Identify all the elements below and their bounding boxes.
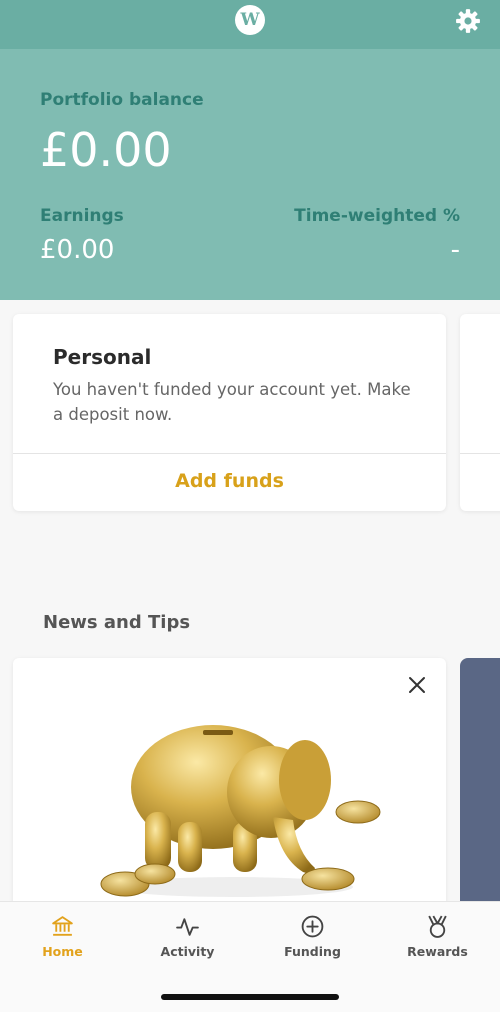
top-bar: W <box>0 0 500 49</box>
plus-circle-icon <box>301 915 324 938</box>
portfolio-balance-label: Portfolio balance <box>40 90 204 110</box>
brand-logo-icon: W <box>235 5 265 35</box>
earnings-label: Earnings <box>40 206 124 226</box>
portfolio-balance-value: £0.00 <box>40 123 172 177</box>
pulse-icon <box>176 918 199 936</box>
account-card-message: You haven't funded your account yet. Mak… <box>53 380 411 424</box>
portfolio-header: Portfolio balance £0.00 Earnings £0.00 T… <box>0 49 500 300</box>
home-indicator <box>161 994 339 1000</box>
tab-funding[interactable]: Funding <box>250 902 375 972</box>
bank-icon <box>52 916 73 936</box>
next-account-card[interactable] <box>460 314 500 511</box>
tab-activity[interactable]: Activity <box>125 902 250 972</box>
time-weighted-label: Time-weighted % <box>294 206 460 226</box>
news-section-title: News and Tips <box>43 612 191 633</box>
account-card-personal[interactable]: Personal You haven't funded your account… <box>13 314 446 511</box>
account-card-title: Personal <box>53 345 152 369</box>
time-weighted-value: - <box>450 235 460 265</box>
elephant-piggy-bank-image <box>100 725 381 897</box>
tab-funding-label: Funding <box>284 944 341 959</box>
next-news-card[interactable] <box>460 658 500 918</box>
gear-icon[interactable] <box>455 8 481 34</box>
news-card[interactable] <box>13 658 446 918</box>
tab-rewards[interactable]: Rewards <box>375 902 500 972</box>
add-funds-button[interactable]: Add funds <box>13 454 446 511</box>
card-divider <box>460 453 500 454</box>
tab-activity-label: Activity <box>160 944 215 959</box>
tab-home[interactable]: Home <box>0 902 125 972</box>
close-icon[interactable] <box>406 674 428 696</box>
earnings-value: £0.00 <box>40 235 115 265</box>
tab-rewards-label: Rewards <box>407 944 468 959</box>
tab-home-label: Home <box>42 944 83 959</box>
medal-icon <box>428 915 447 938</box>
